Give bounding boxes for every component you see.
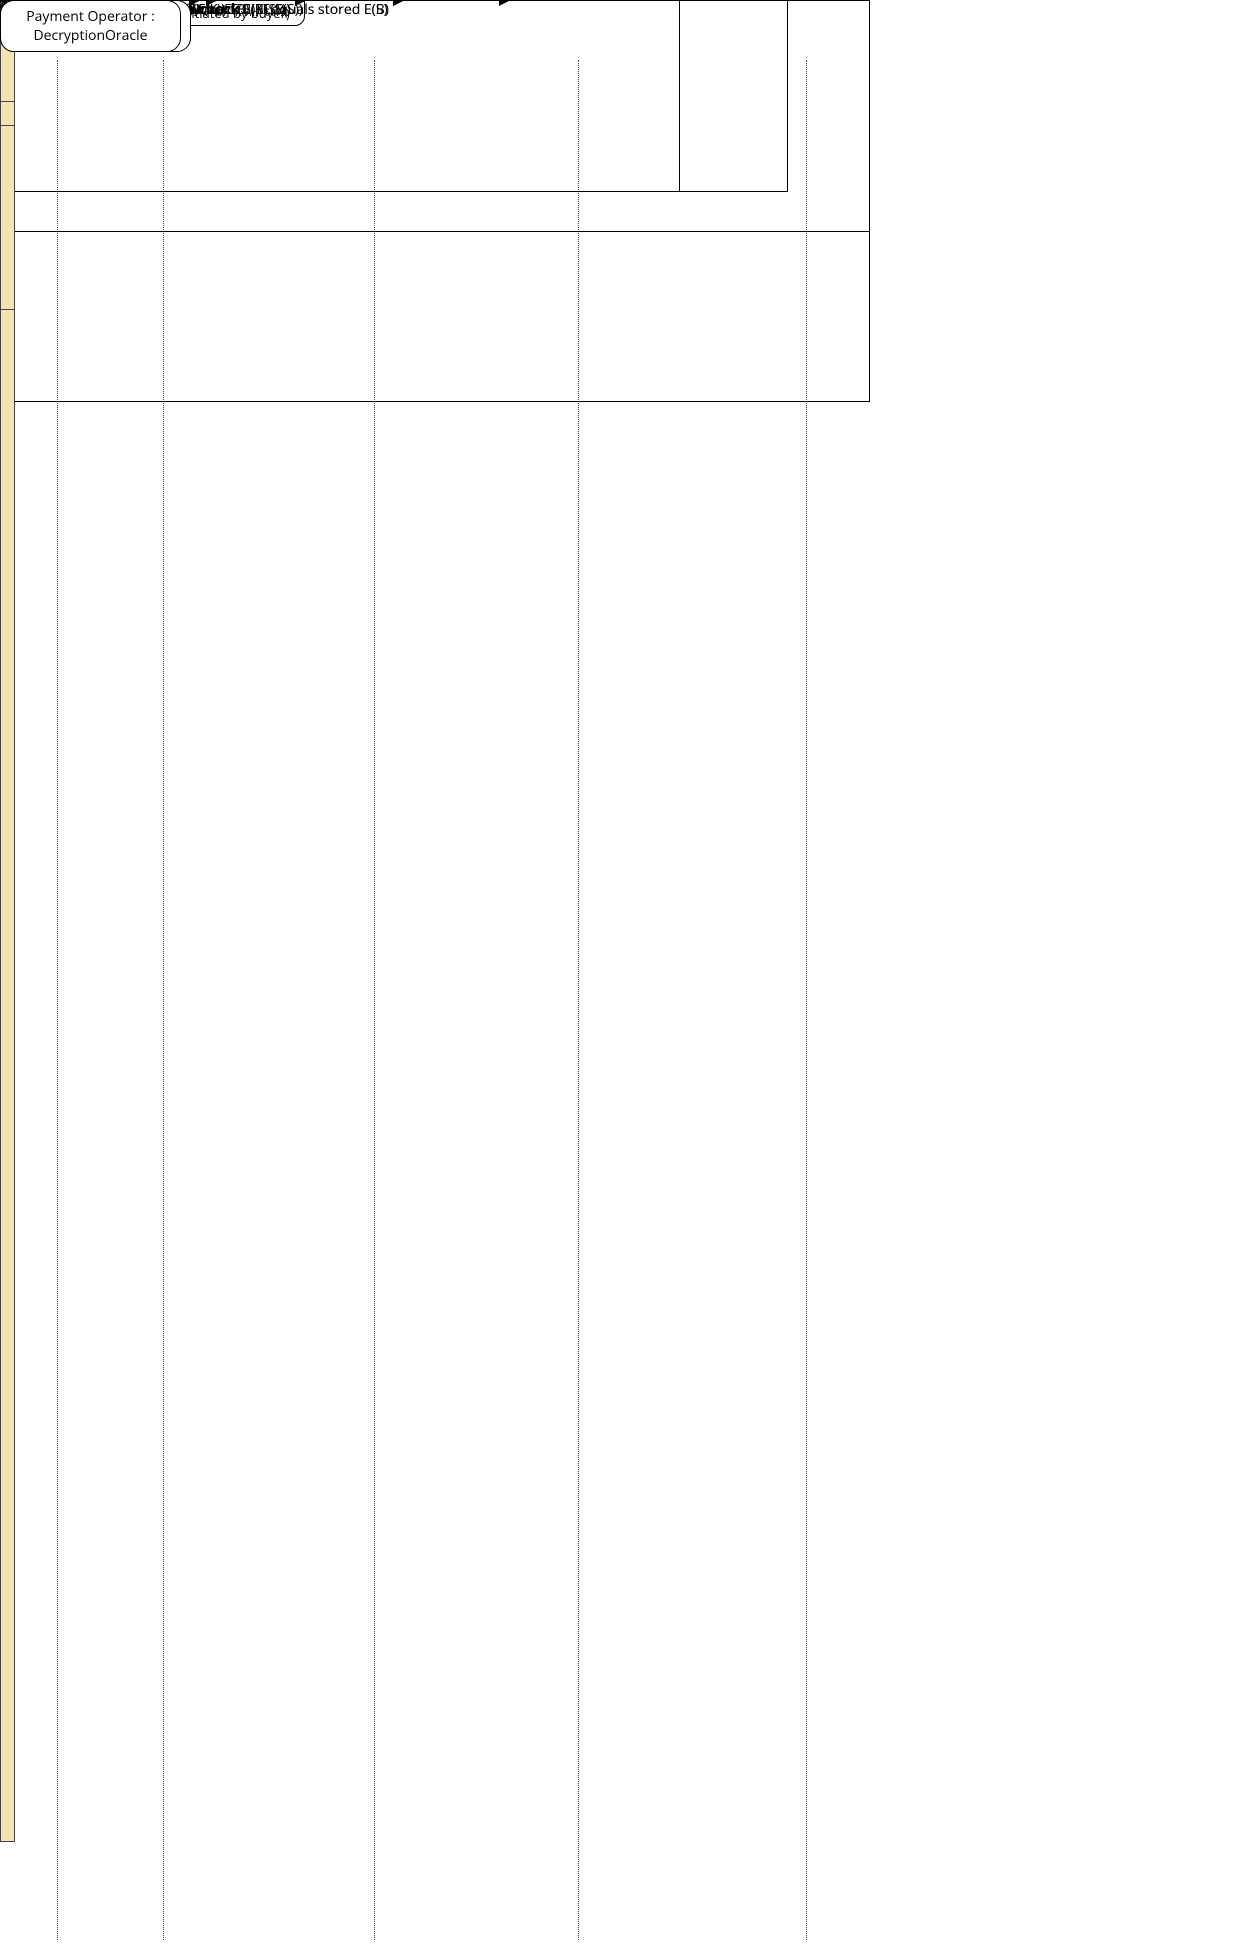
participant-operator: Payment Operator : DecryptionOracle: [0, 0, 181, 52]
